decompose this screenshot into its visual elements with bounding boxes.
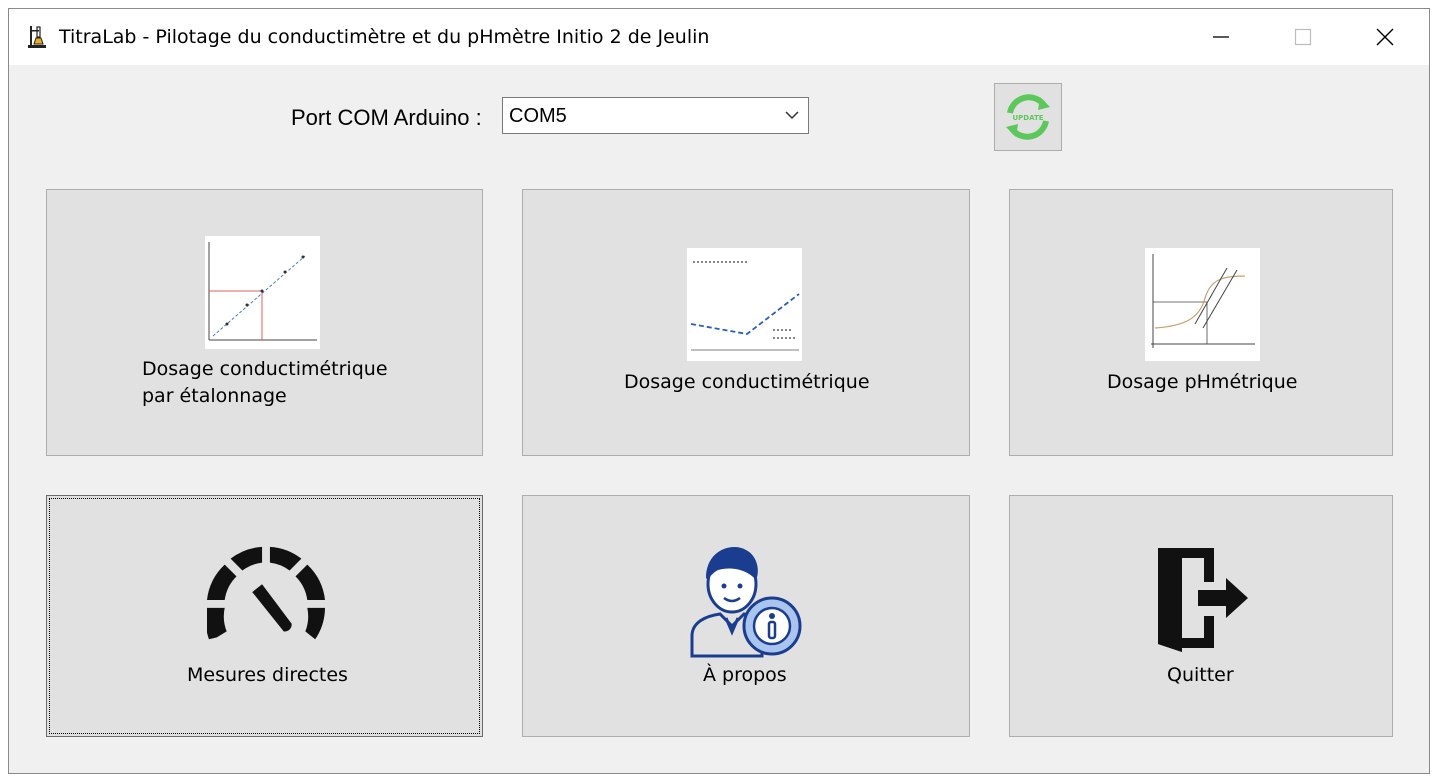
update-button[interactable]: UPDATE bbox=[994, 83, 1062, 151]
chevron-down-icon bbox=[785, 111, 799, 120]
update-refresh-icon: UPDATE bbox=[1006, 94, 1050, 140]
conductimetric-titration-label: Dosage conductimétrique bbox=[624, 371, 870, 393]
phmetric-titration-label: Dosage pHmétrique bbox=[1107, 371, 1298, 393]
com-port-value: COM5 bbox=[509, 105, 567, 127]
com-port-label: Port COM Arduino : bbox=[291, 105, 482, 130]
maximize-icon bbox=[1294, 28, 1312, 46]
calibration-titration-button[interactable]: Dosage conductimétrique par étalonnage bbox=[46, 189, 483, 456]
minimize-icon bbox=[1213, 36, 1229, 38]
close-icon bbox=[1376, 28, 1394, 46]
title-bar[interactable]: TitraLab - Pilotage du conductimètre et … bbox=[9, 9, 1429, 65]
about-label: À propos bbox=[703, 664, 787, 686]
conductimetric-graph-icon bbox=[687, 248, 802, 361]
maximize-button[interactable] bbox=[1263, 9, 1343, 65]
window-title: TitraLab - Pilotage du conductimètre et … bbox=[59, 26, 710, 48]
minimize-button[interactable] bbox=[1181, 9, 1261, 65]
calibration-titration-label: Dosage conductimétrique par étalonnage bbox=[142, 358, 388, 407]
phmetric-titration-button[interactable]: Dosage pHmétrique bbox=[1009, 189, 1393, 456]
about-button[interactable]: À propos bbox=[522, 495, 970, 737]
calibration-graph-icon bbox=[205, 236, 320, 349]
lab-stand-icon bbox=[27, 25, 47, 49]
quit-label: Quitter bbox=[1167, 664, 1234, 686]
speedometer-icon bbox=[207, 546, 325, 640]
main-window: TitraLab - Pilotage du conductimètre et … bbox=[8, 8, 1430, 774]
quit-button[interactable]: Quitter bbox=[1009, 495, 1393, 737]
phmetric-graph-icon bbox=[1145, 248, 1260, 361]
update-label: UPDATE bbox=[1012, 114, 1043, 122]
exit-door-icon bbox=[1158, 548, 1248, 652]
close-button[interactable] bbox=[1345, 9, 1425, 65]
conductimetric-titration-button[interactable]: Dosage conductimétrique bbox=[522, 189, 970, 456]
direct-measurements-button[interactable]: Mesures directes bbox=[46, 495, 483, 737]
user-info-icon bbox=[690, 547, 802, 658]
direct-measurements-label: Mesures directes bbox=[187, 664, 348, 686]
com-port-select[interactable]: COM5 bbox=[502, 97, 809, 134]
